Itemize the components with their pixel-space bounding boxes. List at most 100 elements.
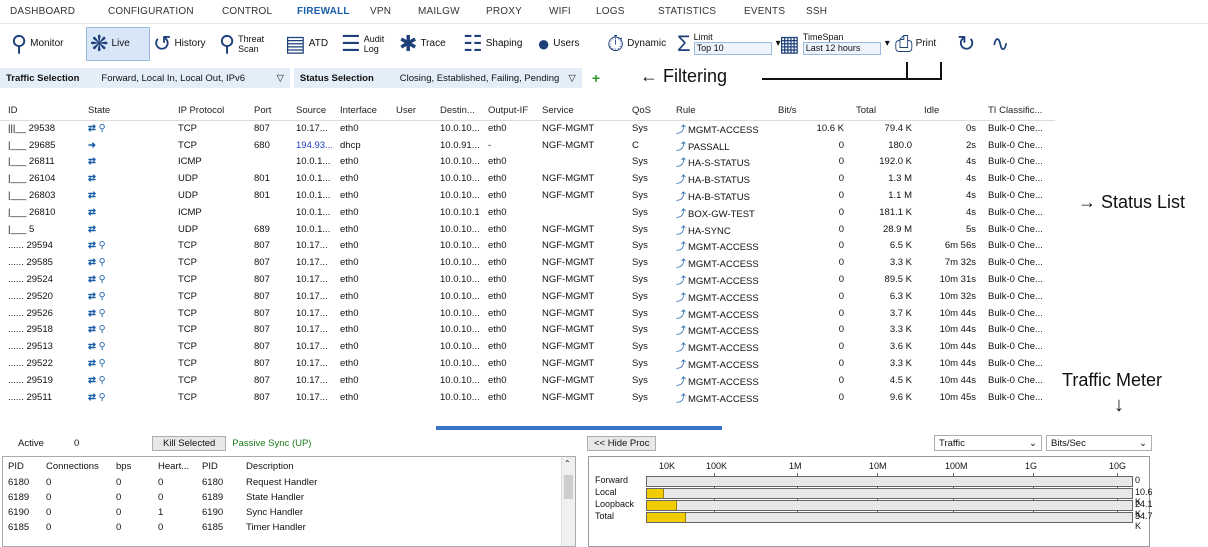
print-button[interactable]: ⎙ Print — [892, 27, 954, 61]
column-header[interactable]: Service — [534, 101, 624, 121]
process-row[interactable]: 6189 0 0 0 6189 State Handler — [3, 490, 563, 505]
column-header[interactable]: Destin... — [432, 101, 480, 121]
table-row[interactable]: |___ 26811 ⇄ ICMP 10.0.1... eth0 10.0.10... et… — [0, 154, 1055, 171]
kill-selected-button[interactable]: Kill Selected — [152, 435, 227, 451]
graph-button[interactable]: ∿ — [988, 27, 1022, 61]
cell-port: 807 — [254, 257, 270, 269]
menu-statistics[interactable]: STATISTICS — [658, 6, 744, 17]
cell-rule: HA-SYNC — [688, 225, 731, 237]
timespan-dropdown[interactable]: ▦ TimeSpan Last 12 hours ▾ — [776, 27, 892, 61]
column-header[interactable]: Connections — [41, 457, 111, 475]
hide-proc-button[interactable]: << Hide Proc — [587, 435, 657, 451]
cell-service: NGF-MGMT — [542, 307, 595, 319]
table-row[interactable]: ...... 29585 ⇄ ⚲ TCP 807 10.17... eth0 10.0.10… — [0, 254, 1055, 271]
table-row[interactable]: ...... 29594 ⇄ ⚲ TCP 807 10.17... eth0 10.0.10… — [0, 238, 1055, 255]
add-filter-icon[interactable]: + — [592, 70, 600, 86]
column-header[interactable]: Bit/s — [770, 101, 848, 121]
cell-proto: TCP — [178, 240, 197, 252]
live-button[interactable]: ❋ Live — [86, 26, 150, 61]
column-header[interactable]: bps — [111, 457, 153, 475]
column-header[interactable]: Interface — [332, 101, 388, 121]
table-row[interactable]: |___ 26104 ⇄ UDP 801 10.0.1... eth0 10.0.10...… — [0, 170, 1055, 187]
cell-port: 801 — [254, 190, 270, 202]
column-header[interactable]: Idle — [916, 101, 980, 121]
table-row[interactable]: |___ 26803 ⇄ UDP 801 10.0.1... eth0 10.0.10...… — [0, 187, 1055, 204]
menu-wifi[interactable]: WIFI — [549, 6, 596, 17]
cell-service: NGF-MGMT — [542, 290, 595, 302]
process-row[interactable]: 6190 0 0 1 6190 Sync Handler — [3, 505, 563, 520]
menu-proxy[interactable]: PROXY — [486, 6, 549, 17]
table-row[interactable]: ...... 29519 ⇄ ⚲ TCP 807 10.17... eth0 10.0.10… — [0, 372, 1055, 389]
unit-select[interactable]: Bits/Sec ⌄ — [1046, 435, 1152, 451]
table-row[interactable]: ...... 29522 ⇄ ⚲ TCP 807 10.17... eth0 10.0.10… — [0, 355, 1055, 372]
menu-dashboard[interactable]: DASHBOARD — [10, 6, 108, 17]
column-header[interactable]: IP Protocol — [170, 101, 246, 121]
shaping-button[interactable]: ☷ Shaping — [460, 27, 534, 61]
cell-proto: TCP — [178, 307, 197, 319]
column-header[interactable]: State — [80, 101, 170, 121]
column-header[interactable]: Description — [241, 457, 563, 475]
atd-button[interactable]: ▤ ATD — [282, 27, 338, 61]
table-row[interactable]: ...... 29520 ⇄ ⚲ TCP 807 10.17... eth0 10.0.10… — [0, 288, 1055, 305]
scrollbar-thumb[interactable] — [564, 475, 573, 499]
cell-source: 10.17... — [296, 123, 328, 135]
column-header[interactable]: Rule — [668, 101, 770, 121]
process-row[interactable]: 6180 0 0 0 6180 Request Handler — [3, 475, 563, 490]
audit-log-button[interactable]: ☰ Audit Log — [338, 27, 396, 61]
users-button[interactable]: ● Users — [534, 27, 604, 61]
menu-control[interactable]: CONTROL — [222, 6, 297, 17]
table-row[interactable]: |||__ 29538 ⇄ ⚲ TCP 807 10.17... eth0 10.0.10.… — [0, 120, 1055, 137]
table-row[interactable]: ...... 29511 ⇄ ⚲ TCP 807 10.17... eth0 10.0.10… — [0, 389, 1055, 406]
column-header[interactable]: Output-IF — [480, 101, 534, 121]
column-header[interactable]: PID — [3, 457, 41, 475]
chevron-up-icon[interactable]: ⌃ — [564, 459, 571, 468]
traffic-select[interactable]: Traffic ⌄ — [934, 435, 1042, 451]
cell-interface: eth0 — [340, 223, 359, 235]
table-row[interactable]: |___ 29685 ➜ TCP 680 194.93... dhcp 10.0.91...… — [0, 137, 1055, 154]
cell-proto: TCP — [178, 391, 197, 403]
menu-vpn[interactable]: VPN — [370, 6, 418, 17]
threat-scan-button[interactable]: ⚲ Threat Scan — [216, 27, 282, 61]
menu-mailgw[interactable]: MAILGW — [418, 6, 486, 17]
table-row[interactable]: |___ 26810 ⇄ ICMP 10.0.1... eth0 10.0.10.1 eth… — [0, 204, 1055, 221]
column-header[interactable]: Total — [848, 101, 916, 121]
cell-ti-class: Bulk-0 Che... — [988, 324, 1043, 336]
traffic-selection[interactable]: Traffic Selection Forward, Local In, Loc… — [0, 68, 290, 88]
trace-button[interactable]: ✱ Trace — [396, 27, 460, 61]
menu-events[interactable]: EVENTS — [744, 6, 806, 17]
dynamic-button[interactable]: ⏱ Dynamic — [604, 27, 674, 61]
menu-ssh[interactable]: SSH — [806, 6, 846, 17]
menu-logs[interactable]: LOGS — [596, 6, 658, 17]
cell-port: 680 — [254, 139, 270, 151]
table-row[interactable]: |___ 5 ⇄ UDP 689 10.0.1... eth0 10.0.10... eth0… — [0, 221, 1055, 238]
cell-idle: 10m 44s — [939, 307, 976, 319]
cell-proto: TCP — [178, 123, 197, 135]
table-row[interactable]: ...... 29518 ⇄ ⚲ TCP 807 10.17... eth0 10.0.10… — [0, 322, 1055, 339]
column-header[interactable]: ID — [0, 101, 80, 121]
menu-configuration[interactable]: CONFIGURATION — [108, 6, 222, 17]
column-header[interactable]: Heart... — [153, 457, 197, 475]
monitor-button[interactable]: ⚲ Monitor — [8, 27, 86, 61]
pane-splitter[interactable] — [0, 426, 1208, 431]
scrollbar[interactable]: ⌃ — [561, 457, 575, 546]
inspect-icon: ⚲ — [98, 257, 106, 269]
column-header[interactable]: Port — [246, 101, 288, 121]
splitter-handle[interactable] — [436, 426, 722, 430]
column-header[interactable]: Source — [288, 101, 332, 121]
refresh-button[interactable]: ↻ — [954, 27, 988, 61]
process-row[interactable]: 6185 0 0 0 6185 Timer Handler — [3, 520, 563, 535]
menu-firewall[interactable]: FIREWALL — [297, 6, 370, 17]
limit-dropdown[interactable]: Σ Limit Top 10 ▾ — [674, 27, 781, 61]
cell-total: 79.4 K — [884, 123, 912, 135]
cell-rule: BOX-GW-TEST — [688, 208, 755, 220]
table-row[interactable]: ...... 29513 ⇄ ⚲ TCP 807 10.17... eth0 10.0.10… — [0, 338, 1055, 355]
column-header[interactable]: User — [388, 101, 432, 121]
cell-destination: 10.0.10... — [440, 123, 480, 135]
table-row[interactable]: ...... 29526 ⇄ ⚲ TCP 807 10.17... eth0 10.0.10… — [0, 305, 1055, 322]
status-selection[interactable]: Status Selection Closing, Established, F… — [293, 68, 582, 88]
column-header[interactable]: QoS — [624, 101, 668, 121]
column-header[interactable]: TI Classific... — [980, 101, 1055, 121]
history-button[interactable]: ↺ History — [150, 27, 216, 61]
column-header[interactable]: PID — [197, 457, 241, 475]
table-row[interactable]: ...... 29524 ⇄ ⚲ TCP 807 10.17... eth0 10.0.10… — [0, 271, 1055, 288]
